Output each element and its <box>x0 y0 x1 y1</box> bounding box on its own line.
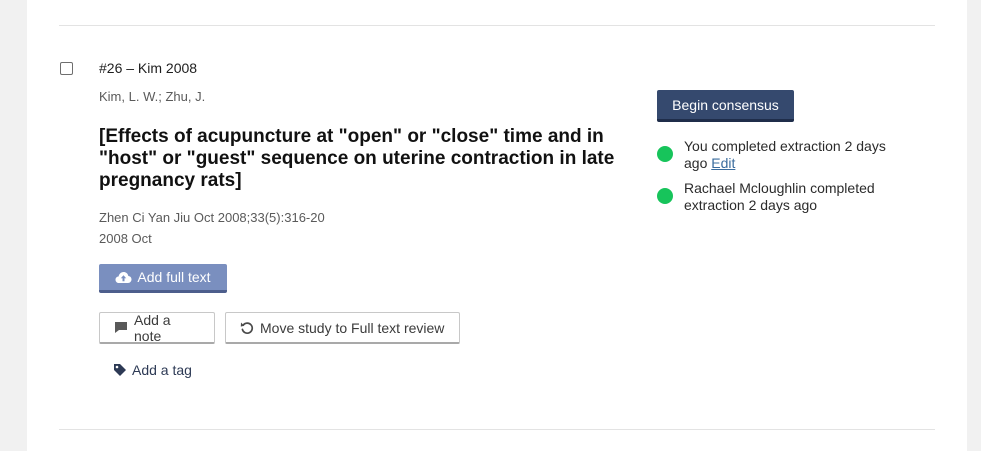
status-item-you: You completed extraction 2 days ago Edit <box>657 138 904 172</box>
study-journal: Zhen Ci Yan Jiu Oct 2008;33(5):316-20 <box>99 210 325 225</box>
undo-icon <box>240 321 254 335</box>
add-note-label: Add a note <box>134 311 171 344</box>
study-id-label: #26 – Kim 2008 <box>99 60 198 76</box>
add-full-text-button[interactable]: Add full text <box>99 264 227 293</box>
status-message: Rachael Mcloughlin completed extraction … <box>684 180 875 213</box>
add-tag-link[interactable]: Add a tag <box>113 362 192 378</box>
status-text: Rachael Mcloughlin completed extraction … <box>684 180 904 214</box>
tag-icon <box>113 363 127 377</box>
begin-consensus-button[interactable]: Begin consensus <box>657 90 794 122</box>
bottom-divider <box>59 429 935 430</box>
study-authors: Kim, L. W.; Zhu, J. <box>99 89 206 104</box>
add-tag-label: Add a tag <box>132 362 192 378</box>
study-date: 2008 Oct <box>99 231 152 246</box>
move-study-button[interactable]: Move study to Full text review <box>225 312 460 344</box>
add-full-text-label: Add full text <box>137 269 211 285</box>
study-card-page: #26 – Kim 2008 Kim, L. W.; Zhu, J. [Effe… <box>27 0 967 451</box>
status-text: You completed extraction 2 days ago Edit <box>684 138 904 172</box>
complete-status-dot-icon <box>657 146 673 162</box>
add-note-button[interactable]: Add a note <box>99 312 215 344</box>
cloud-upload-icon <box>115 271 132 284</box>
comment-icon <box>114 321 128 334</box>
move-study-label: Move study to Full text review <box>260 319 445 336</box>
complete-status-dot-icon <box>657 188 673 204</box>
study-select-checkbox[interactable] <box>60 62 73 75</box>
study-title: [Effects of acupuncture at "open" or "cl… <box>99 126 615 191</box>
edit-extraction-link[interactable]: Edit <box>711 155 735 171</box>
status-item-rachael: Rachael Mcloughlin completed extraction … <box>657 180 904 214</box>
top-divider <box>59 25 935 26</box>
